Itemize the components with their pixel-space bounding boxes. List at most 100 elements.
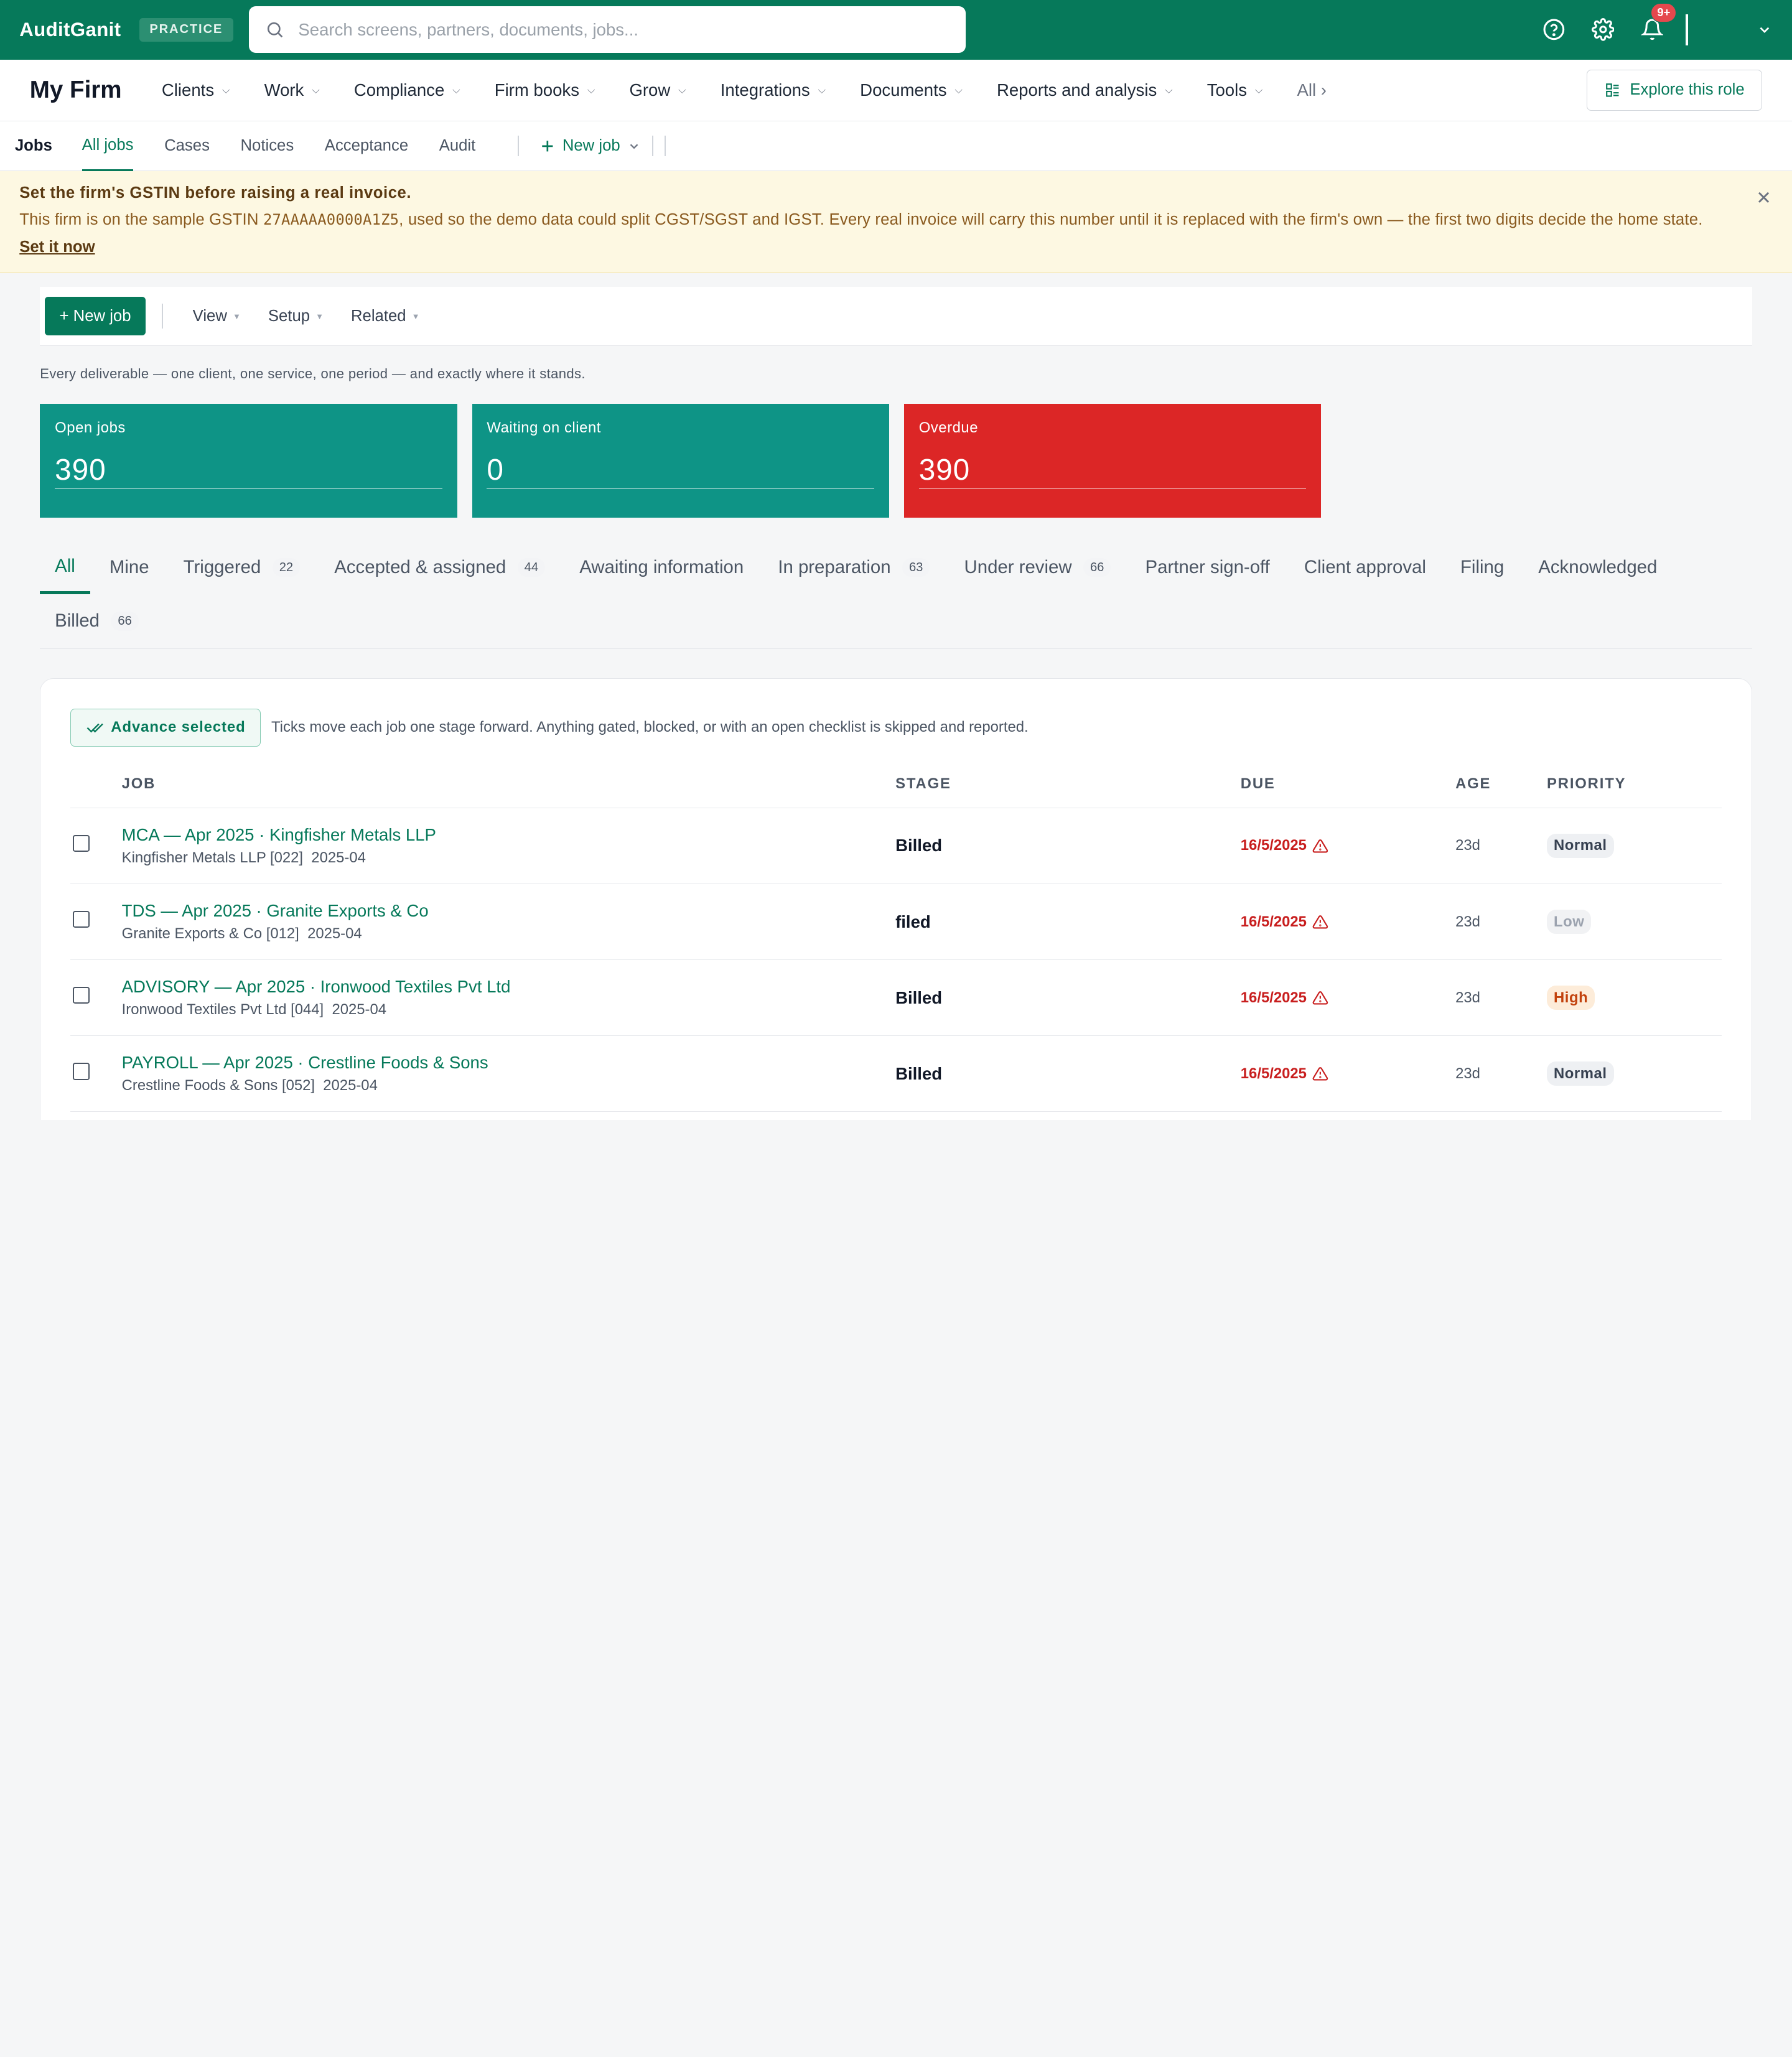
nav-documents[interactable]: Documents ⌵ (860, 80, 963, 100)
settings-button[interactable] (1579, 5, 1628, 54)
stage-tab[interactable]: Triggered 22 (169, 541, 315, 594)
firm-title[interactable]: My Firm (30, 77, 122, 104)
job-stage: Billed (895, 987, 943, 1007)
set-gstin-link[interactable]: Set it now (19, 238, 95, 256)
app-logo[interactable]: AuditGanit (19, 19, 121, 41)
row-checkbox[interactable] (72, 834, 90, 852)
nav-grow[interactable]: Grow ⌵ (629, 80, 686, 100)
stage-count: 22 (272, 557, 301, 577)
nav-integrations[interactable]: Integrations ⌵ (721, 80, 826, 100)
close-icon[interactable]: ✕ (1756, 187, 1771, 209)
jobs-panel: Advance selected Ticks move each job one… (40, 678, 1752, 1120)
nav-clients[interactable]: Clients ⌵ (162, 80, 230, 100)
job-stage: Billed (895, 836, 943, 856)
job-meta: Kingfisher Metals LLP [022] 2025-04 (122, 849, 895, 867)
job-stage: filed (895, 912, 931, 931)
due-date: 16/5/2025 (1240, 837, 1307, 854)
row-checkbox[interactable] (72, 986, 90, 1004)
tab-all-jobs[interactable]: All jobs (82, 121, 134, 171)
kpi-open-jobs[interactable]: Open jobs 390 (40, 403, 457, 518)
table-row[interactable]: TDS — Apr 2025 · Granite Exports & Co Gr… (70, 884, 1722, 961)
stage-tab[interactable]: In preparation 63 (763, 541, 945, 594)
new-job-button[interactable]: + New job (44, 297, 146, 336)
kpi-overdue[interactable]: Overdue 390 (903, 403, 1322, 518)
setup-menu[interactable]: Setup ▼ (268, 307, 324, 325)
divider (665, 136, 666, 157)
job-period: 2025-04 (323, 1077, 378, 1094)
stage-tab[interactable]: Accepted & assigned 44 (319, 541, 560, 594)
kpi-waiting-on-client[interactable]: Waiting on client 0 (472, 403, 889, 518)
stage-tab[interactable]: Mine (95, 541, 164, 594)
column-header[interactable]: JOB (122, 775, 895, 793)
stage-tab[interactable]: Acknowledged (1523, 541, 1672, 594)
explore-label: Explore this role (1630, 81, 1745, 99)
practice-badge: PRACTICE (139, 17, 233, 42)
double-check-icon (86, 723, 103, 733)
explore-role-button[interactable]: Explore this role (1587, 69, 1763, 111)
nav-compliance[interactable]: Compliance ⌵ (354, 80, 460, 100)
bulk-actions: Advance selected Ticks move each job one… (70, 709, 1722, 747)
user-menu-button[interactable] (1704, 5, 1773, 54)
row-checkbox[interactable] (72, 910, 90, 928)
nav-reports[interactable]: Reports and analysis ⌵ (997, 80, 1173, 100)
stage-tab[interactable]: All (40, 541, 90, 595)
caret-down-icon: ▼ (233, 311, 241, 321)
table-row[interactable]: MCA — Apr 2025 · Kingfisher Metals LLP K… (70, 808, 1722, 884)
nav-all[interactable]: All › (1297, 80, 1326, 100)
stage-tab[interactable]: Partner sign-off (1131, 541, 1285, 594)
job-title-link[interactable]: TDS — Apr 2025 · Granite Exports & Co (122, 901, 895, 921)
column-header[interactable]: DUE (1241, 775, 1455, 793)
priority-cell: Normal (1547, 1061, 1722, 1086)
chevron-down-icon: ⌵ (312, 83, 320, 96)
job-client: Granite Exports & Co [012] (121, 925, 299, 943)
related-menu[interactable]: Related ▼ (351, 307, 419, 325)
column-header[interactable]: PRIORITY (1547, 775, 1722, 793)
top-actions: 9+ (1529, 2, 1773, 54)
job-client: Ironwood Textiles Pvt Ltd [044] (121, 1001, 324, 1019)
advance-selected-button[interactable]: Advance selected (70, 709, 261, 747)
nav-firm-books[interactable]: Firm books ⌵ (495, 80, 595, 100)
view-menu[interactable]: View ▼ (193, 307, 241, 325)
chevron-down-icon (630, 144, 638, 149)
column-header[interactable]: AGE (1455, 775, 1547, 793)
stage-tab[interactable]: Filing (1445, 541, 1519, 594)
tab-acceptance[interactable]: Acceptance (325, 121, 408, 171)
column-header[interactable]: STAGE (895, 775, 1241, 793)
new-job-label: New job (562, 137, 620, 155)
stage-count: 44 (517, 557, 546, 577)
row-checkbox[interactable] (72, 1063, 90, 1080)
job-meta: Crestline Foods & Sons [052] 2025-04 (122, 1077, 895, 1094)
nav-label: Firm books (494, 80, 579, 100)
kpi-label: Waiting on client (487, 419, 601, 437)
search-input[interactable]: Search screens, partners, documents, job… (249, 6, 966, 54)
chevron-down-icon: ⌵ (1165, 83, 1173, 96)
row-select (70, 1063, 122, 1085)
nav-label: Reports and analysis (996, 80, 1157, 100)
nav-label: Work (264, 80, 304, 100)
table-row[interactable]: ADVISORY — Apr 2025 · Ironwood Textiles … (70, 960, 1722, 1037)
new-job-dropdown[interactable]: New job (539, 137, 641, 155)
job-title-link[interactable]: PAYROLL — Apr 2025 · Crestline Foods & S… (122, 1053, 895, 1073)
table-row[interactable]: PAYROLL — Apr 2025 · Crestline Foods & S… (70, 1036, 1722, 1112)
job-title-link[interactable]: ADVISORY — Apr 2025 · Ironwood Textiles … (122, 977, 895, 997)
stage-tab[interactable]: Under review 66 (950, 541, 1126, 594)
job-period: 2025-04 (311, 849, 366, 867)
tab-audit[interactable]: Audit (439, 121, 476, 171)
main-nav: My Firm Clients ⌵ Work ⌵ Compliance ⌵ Firm … (0, 59, 1792, 121)
stage-tab[interactable]: Client approval (1289, 541, 1441, 594)
job-title-link[interactable]: MCA — Apr 2025 · Kingfisher Metals LLP (122, 825, 895, 845)
layout-icon (1606, 83, 1619, 97)
stage-tab[interactable]: Awaiting information (564, 541, 758, 594)
nav-work[interactable]: Work ⌵ (264, 80, 320, 100)
notifications-button[interactable]: 9+ (1628, 2, 1677, 54)
tab-cases[interactable]: Cases (164, 121, 210, 171)
plus-icon (542, 141, 553, 152)
nav-tools[interactable]: Tools ⌵ (1207, 80, 1263, 100)
nav-label: Clients (161, 80, 215, 100)
nav-label: Compliance (353, 80, 445, 100)
help-button[interactable] (1529, 5, 1579, 54)
tab-notices[interactable]: Notices (241, 121, 294, 171)
job-age: 23d (1455, 913, 1480, 930)
chevron-down-icon: ⌵ (587, 83, 595, 96)
stage-tab[interactable]: Billed 66 (40, 594, 153, 648)
